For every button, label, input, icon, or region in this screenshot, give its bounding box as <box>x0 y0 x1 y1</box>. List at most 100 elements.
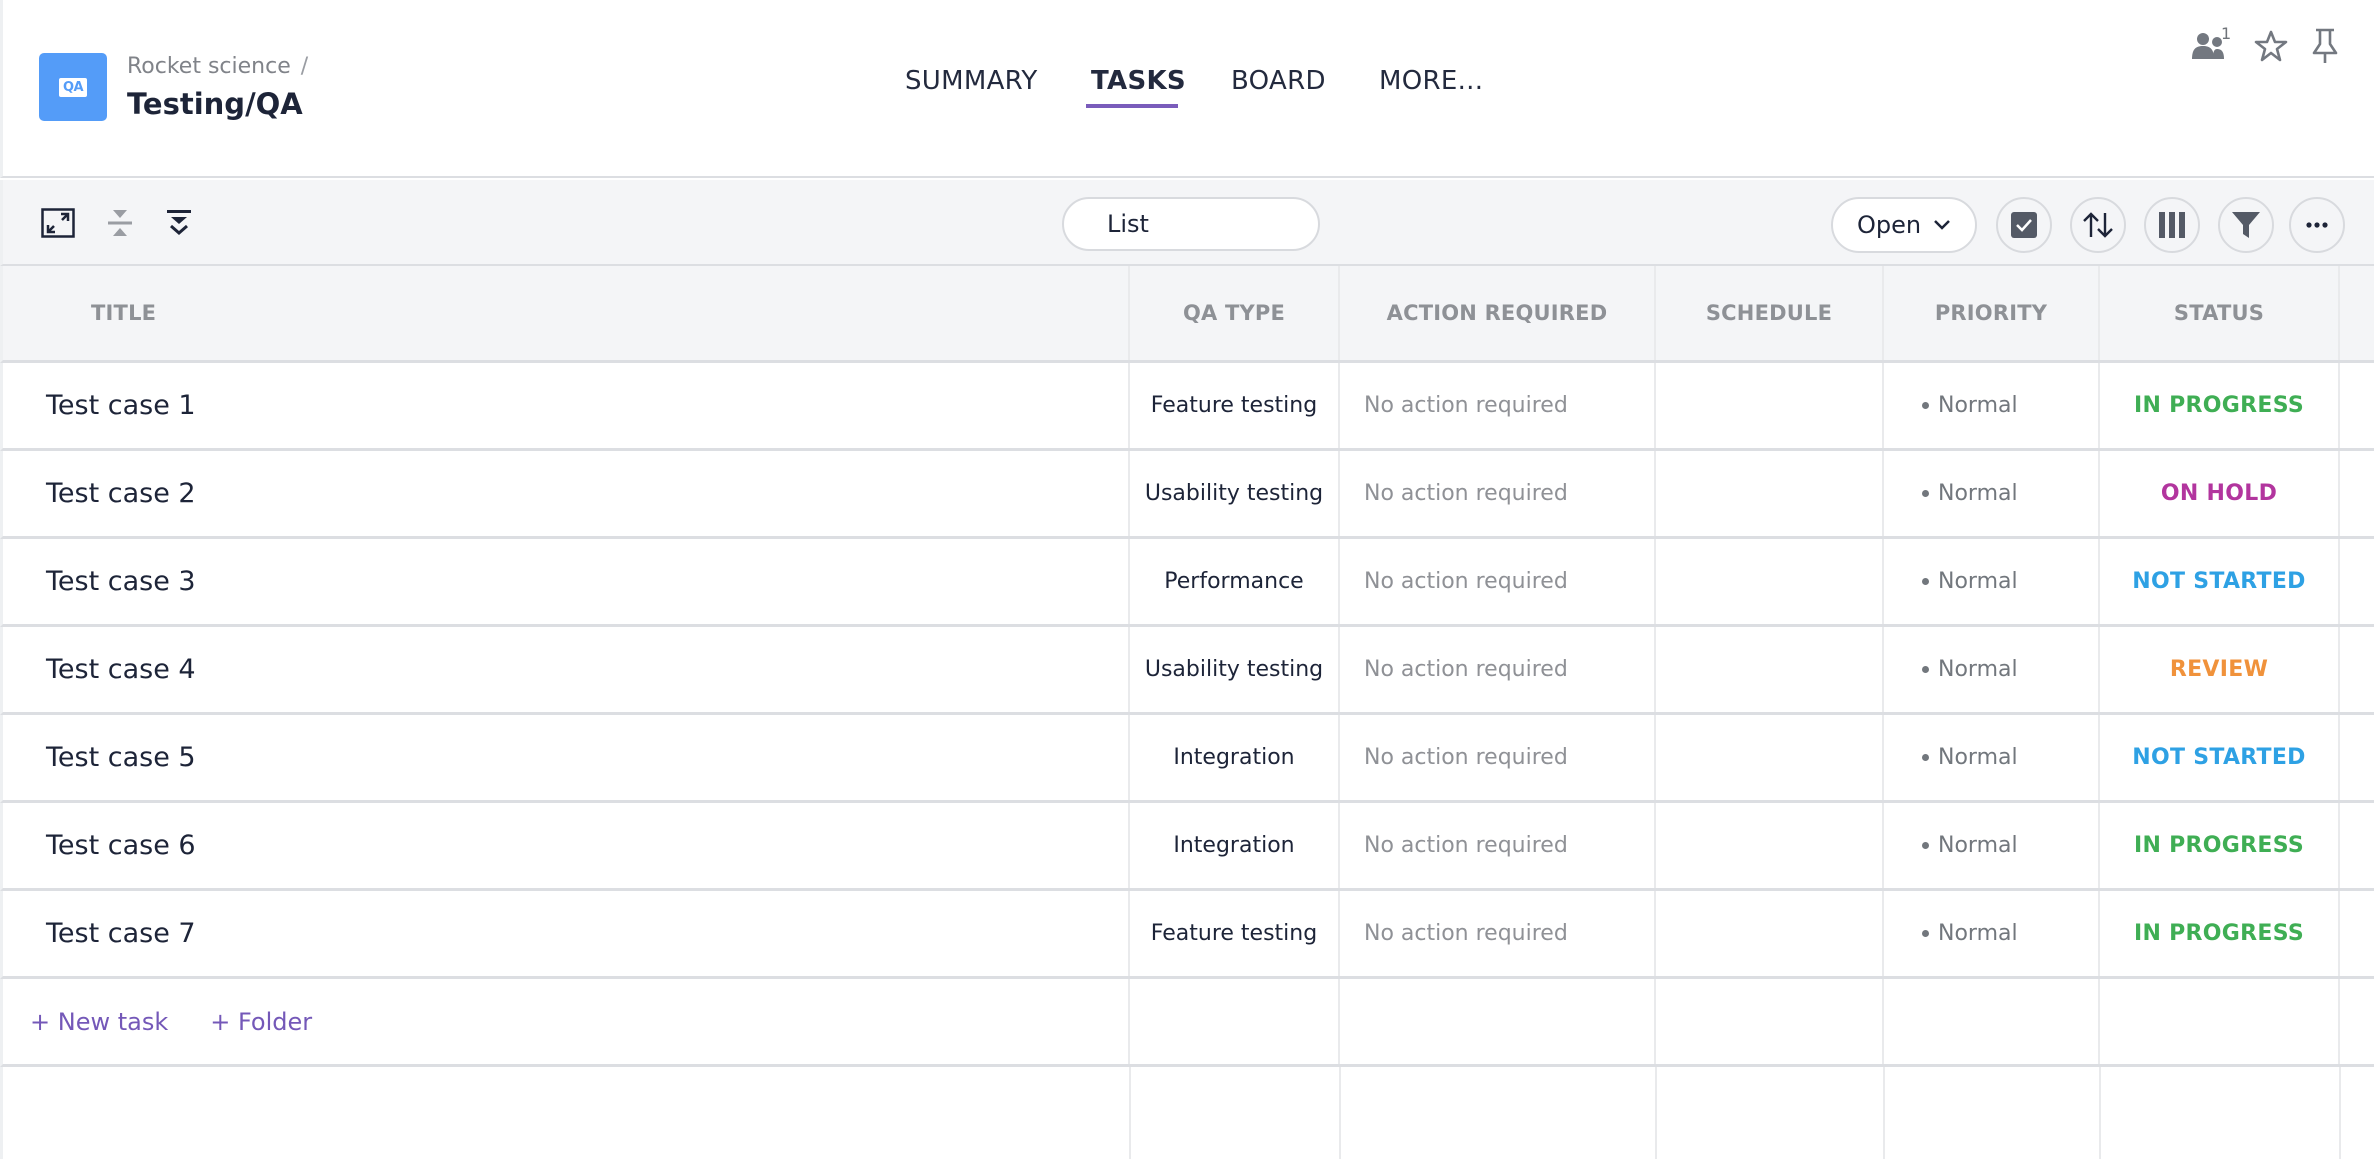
table-header: TITLE QA TYPE ACTION REQUIRED SCHEDULE P… <box>0 266 2374 363</box>
tab-summary[interactable]: SUMMARY <box>905 66 1038 96</box>
collapse-all-button[interactable] <box>101 204 139 242</box>
sort-icon <box>2083 212 2113 238</box>
status-badge[interactable]: ON HOLD <box>2100 451 2340 536</box>
table-row[interactable]: Test case 5 Integration No action requir… <box>0 715 2374 803</box>
tab-more[interactable]: MORE... <box>1379 66 1483 96</box>
column-header-priority[interactable]: PRIORITY <box>1884 266 2100 360</box>
column-header-title[interactable]: TITLE <box>3 266 1130 360</box>
status-filter-dropdown[interactable]: Open <box>1831 197 1977 253</box>
priority-cell[interactable]: Normal <box>1884 363 2100 448</box>
action-required-cell[interactable]: No action required <box>1340 539 1656 624</box>
qa-type-cell[interactable]: Usability testing <box>1130 451 1340 536</box>
status-badge[interactable]: REVIEW <box>2100 627 2340 712</box>
table-empty-area <box>0 1067 2374 1159</box>
table-row[interactable]: Test case 3 Performance No action requir… <box>0 539 2374 627</box>
more-icon <box>2306 222 2328 228</box>
table-row[interactable]: Test case 7 Feature testing No action re… <box>0 891 2374 979</box>
select-tasks-button[interactable] <box>1996 197 2052 253</box>
priority-cell[interactable]: Normal <box>1884 715 2100 800</box>
filter-icon <box>2232 212 2260 238</box>
schedule-cell[interactable] <box>1656 891 1884 976</box>
pin-icon <box>2312 28 2338 63</box>
qa-type-cell[interactable]: Feature testing <box>1130 891 1340 976</box>
table-row[interactable]: Test case 2 Usability testing No action … <box>0 451 2374 539</box>
priority-label: Normal <box>1938 657 2018 682</box>
table-row[interactable]: Test case 1 Feature testing No action re… <box>0 363 2374 451</box>
task-title[interactable]: Test case 7 <box>3 891 1130 976</box>
schedule-cell[interactable] <box>1656 539 1884 624</box>
fullscreen-button[interactable] <box>39 204 77 242</box>
column-divider <box>1339 1067 1341 1159</box>
columns-button[interactable] <box>2144 197 2200 253</box>
schedule-cell[interactable] <box>1656 715 1884 800</box>
table-row[interactable]: Test case 6 Integration No action requir… <box>0 803 2374 891</box>
action-required-cell[interactable]: No action required <box>1340 891 1656 976</box>
breadcrumb-parent-link[interactable]: Rocket science <box>127 54 291 79</box>
tab-board[interactable]: BOARD <box>1231 66 1326 96</box>
task-title[interactable]: Test case 6 <box>3 803 1130 888</box>
qa-type-cell[interactable]: Feature testing <box>1130 363 1340 448</box>
tab-tasks[interactable]: TASKS <box>1091 66 1186 96</box>
schedule-cell[interactable] <box>1656 363 1884 448</box>
table-row[interactable]: Test case 4 Usability testing No action … <box>0 627 2374 715</box>
toolbar: List Table Open <box>0 180 2374 266</box>
chevron-down-icon <box>1934 220 1950 230</box>
task-title[interactable]: Test case 1 <box>3 363 1130 448</box>
status-badge[interactable]: IN PROGRESS <box>2100 803 2340 888</box>
qa-type-cell[interactable]: Usability testing <box>1130 627 1340 712</box>
priority-cell[interactable]: Normal <box>1884 539 2100 624</box>
qa-type-cell[interactable]: Integration <box>1130 803 1340 888</box>
empty-cell <box>1340 979 1656 1064</box>
page-title: Testing/QA <box>127 87 303 121</box>
action-required-cell[interactable]: No action required <box>1340 715 1656 800</box>
column-header-status[interactable]: STATUS <box>2100 266 2340 360</box>
priority-cell[interactable]: Normal <box>1884 451 2100 536</box>
priority-dot-icon <box>1922 754 1929 761</box>
priority-label: Normal <box>1938 745 2018 770</box>
status-badge[interactable]: NOT STARTED <box>2100 539 2340 624</box>
action-required-cell[interactable]: No action required <box>1340 627 1656 712</box>
column-divider <box>1655 1067 1657 1159</box>
priority-cell[interactable]: Normal <box>1884 803 2100 888</box>
view-list-option[interactable]: List <box>1064 199 1192 249</box>
project-logo-text: QA <box>58 77 88 97</box>
column-header-qa-type[interactable]: QA TYPE <box>1130 266 1340 360</box>
schedule-cell[interactable] <box>1656 627 1884 712</box>
status-badge[interactable]: NOT STARTED <box>2100 715 2340 800</box>
members-count: 1 <box>2221 24 2232 43</box>
status-badge[interactable]: IN PROGRESS <box>2100 363 2340 448</box>
task-title[interactable]: Test case 2 <box>3 451 1130 536</box>
qa-type-cell[interactable]: Performance <box>1130 539 1340 624</box>
qa-type-cell[interactable]: Integration <box>1130 715 1340 800</box>
schedule-cell[interactable] <box>1656 803 1884 888</box>
task-title[interactable]: Test case 3 <box>3 539 1130 624</box>
empty-cell <box>1130 979 1340 1064</box>
column-header-action-required[interactable]: ACTION REQUIRED <box>1340 266 1656 360</box>
action-required-cell[interactable]: No action required <box>1340 803 1656 888</box>
more-options-button[interactable] <box>2289 197 2345 253</box>
schedule-cell[interactable] <box>1656 451 1884 536</box>
favorite-button[interactable] <box>2251 26 2291 66</box>
pin-button[interactable] <box>2305 26 2345 66</box>
columns-icon <box>2159 212 2185 238</box>
project-logo: QA <box>39 53 107 121</box>
action-required-cell[interactable]: No action required <box>1340 363 1656 448</box>
collapse-icon <box>108 210 132 236</box>
column-header-schedule[interactable]: SCHEDULE <box>1656 266 1884 360</box>
column-divider <box>2099 1067 2101 1159</box>
priority-dot-icon <box>1922 930 1929 937</box>
sort-button[interactable] <box>2070 197 2126 253</box>
new-folder-link[interactable]: + Folder <box>210 1008 312 1036</box>
breadcrumb-separator: / <box>300 54 309 79</box>
empty-cell <box>2100 979 2340 1064</box>
task-title[interactable]: Test case 5 <box>3 715 1130 800</box>
action-required-cell[interactable]: No action required <box>1340 451 1656 536</box>
priority-cell[interactable]: Normal <box>1884 891 2100 976</box>
priority-cell[interactable]: Normal <box>1884 627 2100 712</box>
task-title[interactable]: Test case 4 <box>3 627 1130 712</box>
expand-all-button[interactable] <box>160 204 198 242</box>
priority-dot-icon <box>1922 666 1929 673</box>
new-task-link[interactable]: + New task <box>30 1008 168 1036</box>
filter-button[interactable] <box>2218 197 2274 253</box>
status-badge[interactable]: IN PROGRESS <box>2100 891 2340 976</box>
